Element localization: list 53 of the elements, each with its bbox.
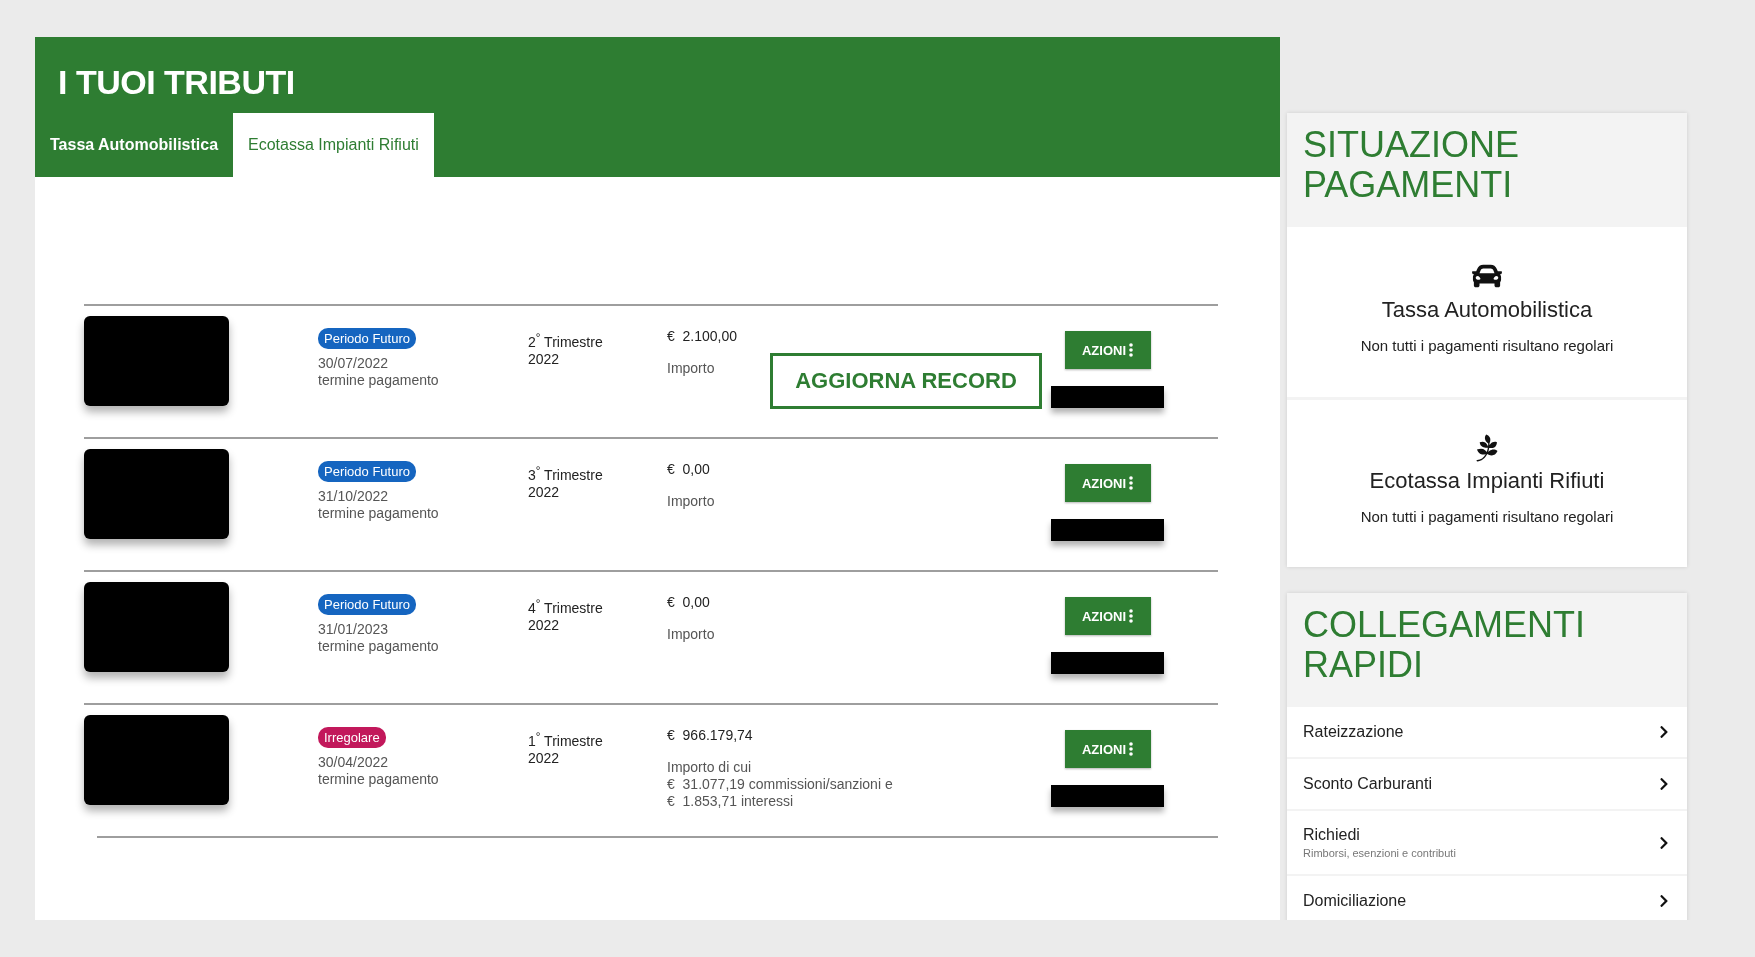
amount: € 2.100,00 <box>667 328 739 345</box>
amount: € 0,00 <box>667 594 711 611</box>
link-label[interactable]: Domiciliazione <box>1303 892 1407 910</box>
kebab-icon <box>1129 343 1134 357</box>
due-label: termine pagamento <box>318 505 439 522</box>
amount: € 0,00 <box>667 461 711 478</box>
panel-title: SITUAZIONE PAGAMENTI <box>1287 113 1687 227</box>
period-text: 1$^{°}$ Trimestre <box>528 728 603 750</box>
status-badge: Periodo Futuro <box>318 594 416 615</box>
link-sublabel: Rimborsi, esenzioni e contributi <box>1303 847 1456 859</box>
due-label: termine pagamento <box>318 638 439 655</box>
update-record-button[interactable]: AGGIORNA RECORD <box>770 353 1042 409</box>
status-badge: Irregolare <box>318 727 386 748</box>
period-year: 2022 <box>528 749 560 767</box>
status-title: Ecotassa Impianti Rifiuti <box>1369 468 1605 494</box>
period-text: 4$^{°}$ Trimestre <box>528 595 603 617</box>
period-text: 2$^{°}$ Trimestre <box>528 329 603 351</box>
period-year: 2022 <box>528 616 560 634</box>
due-date: 30/07/2022 <box>318 355 389 372</box>
amount-detail: Importo <box>667 493 716 510</box>
amount-detail: € 31.077,19 commissioni/sanzioni e <box>667 776 893 793</box>
due-label: termine pagamento <box>318 771 439 788</box>
amount-detail: Importo di cui <box>667 759 753 776</box>
status-title: Tassa Automobilistica <box>1381 297 1593 323</box>
amount: € 966.179,74 <box>667 727 754 744</box>
due-date: 31/01/2023 <box>318 621 389 638</box>
tab[interactable]: Ecotassa Impianti Rifiuti <box>233 113 434 177</box>
due-label: termine pagamento <box>318 372 439 389</box>
status-badge: Periodo Futuro <box>318 461 416 482</box>
due-date: 31/10/2022 <box>318 488 389 505</box>
tab[interactable]: Tassa Automobilistica <box>35 113 234 177</box>
kebab-icon <box>1129 742 1134 756</box>
link-label[interactable]: Rateizzazione <box>1303 723 1404 741</box>
actions-button[interactable]: AZIONI <box>1064 464 1151 502</box>
period-year: 2022 <box>528 483 560 501</box>
amount-detail: € 1.853,71 interessi <box>667 793 795 810</box>
status-badge: Periodo Futuro <box>318 328 416 349</box>
status-subtitle: Non tutti i pagamenti risultano regolari <box>1360 508 1614 525</box>
kebab-icon <box>1129 609 1134 623</box>
actions-button[interactable]: AZIONI <box>1064 730 1151 768</box>
period-year: 2022 <box>528 350 560 368</box>
amount-detail: Importo <box>667 626 716 643</box>
actions-button[interactable]: AZIONI <box>1064 331 1151 369</box>
amount-detail: Importo <box>667 360 716 377</box>
panel-title: COLLEGAMENTI RAPIDI <box>1287 593 1687 707</box>
due-date: 30/04/2022 <box>318 754 389 771</box>
page-title: I TUOI TRIBUTI <box>57 62 296 103</box>
actions-button[interactable]: AZIONI <box>1064 597 1151 635</box>
kebab-icon <box>1129 476 1134 490</box>
link-label[interactable]: Richiedi <box>1303 826 1456 844</box>
period-text: 3$^{°}$ Trimestre <box>528 462 603 484</box>
status-subtitle: Non tutti i pagamenti risultano regolari <box>1360 337 1614 354</box>
link-label[interactable]: Sconto Carburanti <box>1303 775 1432 793</box>
